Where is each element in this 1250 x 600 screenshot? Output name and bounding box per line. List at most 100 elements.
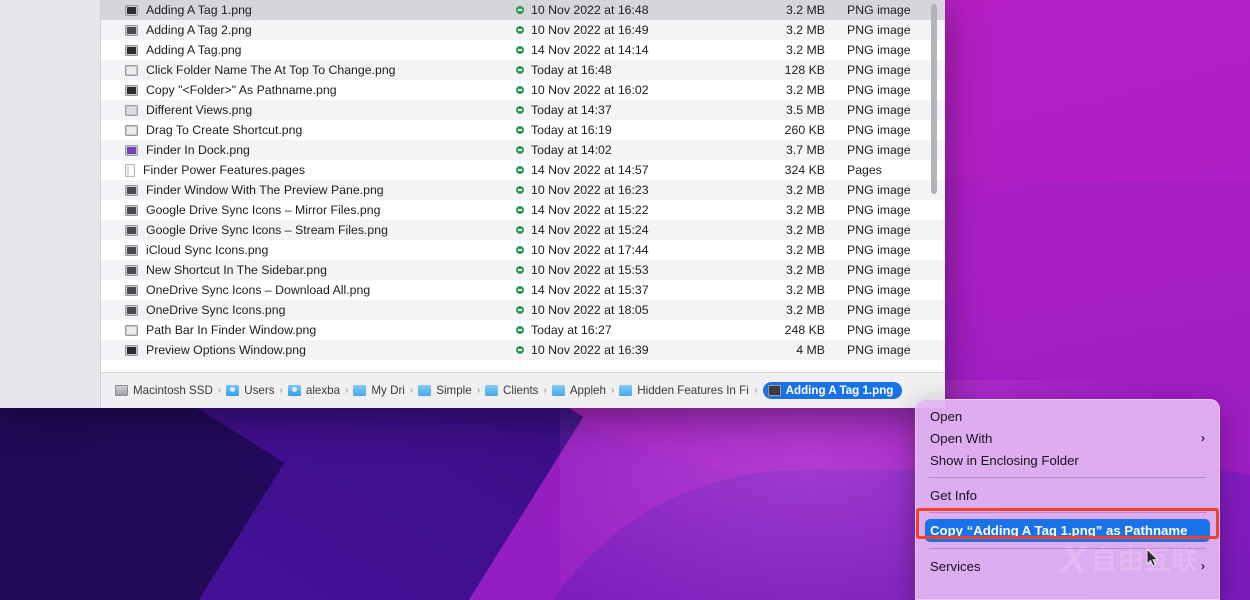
sync-check-icon xyxy=(516,146,524,154)
table-row[interactable]: Copy "<Folder>" As Pathname.png 10 Nov 20… xyxy=(101,80,945,100)
menu-item[interactable]: Show in Enclosing Folder xyxy=(916,449,1219,471)
breadcrumb-label: My Dri xyxy=(371,384,405,397)
table-row[interactable]: Adding A Tag.png 14 Nov 2022 at 14:14 3.2 … xyxy=(101,40,945,60)
table-row[interactable]: Preview Options Window.png 10 Nov 2022 at… xyxy=(101,340,945,360)
breadcrumb-item[interactable]: My Dri xyxy=(353,384,405,397)
png-file-icon xyxy=(125,264,138,276)
file-size-cell: 3.2 MB xyxy=(786,283,825,297)
file-kind-cell: PNG image xyxy=(847,83,911,97)
table-row[interactable]: New Shortcut In The Sidebar.png 10 Nov 20… xyxy=(101,260,945,280)
file-name-label: Path Bar In Finder Window.png xyxy=(146,323,317,337)
path-bar[interactable]: Macintosh SSD › Users › alexba › My Dri › Simple… xyxy=(101,372,945,408)
breadcrumb-item[interactable]: Appleh xyxy=(551,384,606,397)
file-kind-cell: Pages xyxy=(847,163,882,177)
png-file-icon xyxy=(125,224,138,236)
table-row[interactable]: OneDrive Sync Icons.png 10 Nov 2022 at 18… xyxy=(101,300,945,320)
date-modified-cell: 10 Nov 2022 at 18:05 xyxy=(531,303,649,317)
file-name-label: OneDrive Sync Icons.png xyxy=(146,303,286,317)
table-row[interactable]: Google Drive Sync Icons – Stream Files.p… xyxy=(101,220,945,240)
sync-status-cell xyxy=(509,106,531,114)
file-name-cell: Preview Options Window.png xyxy=(101,343,509,357)
sync-status-cell xyxy=(509,266,531,274)
file-list-scrollbar[interactable] xyxy=(931,4,937,368)
table-row[interactable]: Adding A Tag 2.png 10 Nov 2022 at 16:49 3.… xyxy=(101,20,945,40)
sync-check-icon xyxy=(516,306,524,314)
file-kind-cell: PNG image xyxy=(847,303,911,317)
file-name-cell: Finder Window With The Preview Pane.png xyxy=(101,183,509,197)
breadcrumb-item[interactable]: Hidden Features In Finder xyxy=(619,384,749,397)
finder-file-list[interactable]: Adding A Tag 1.png 10 Nov 2022 at 16:48 3.… xyxy=(101,0,945,372)
table-row[interactable]: Finder Power Features.pages 14 Nov 2022 a… xyxy=(101,160,945,180)
sync-check-icon xyxy=(516,6,524,14)
table-row[interactable]: Finder Window With The Preview Pane.png 1… xyxy=(101,180,945,200)
file-name-label: OneDrive Sync Icons – Download All.png xyxy=(146,283,371,297)
menu-item-label: Show in Enclosing Folder xyxy=(930,452,1079,468)
date-modified-cell: 14 Nov 2022 at 15:22 xyxy=(531,203,649,217)
breadcrumb-item[interactable]: Macintosh SSD xyxy=(115,384,213,397)
breadcrumb-item[interactable]: alexba xyxy=(287,384,341,397)
sync-status-cell xyxy=(509,286,531,294)
file-kind-cell: PNG image xyxy=(847,283,911,297)
breadcrumb-label: Macintosh SSD xyxy=(133,384,213,397)
file-kind-cell: PNG image xyxy=(847,23,911,37)
file-size-cell: 3.2 MB xyxy=(786,43,825,57)
table-row[interactable]: Click Folder Name The At Top To Change.p… xyxy=(101,60,945,80)
menu-item[interactable]: Open With › xyxy=(916,427,1219,449)
context-menu[interactable]: Open Open With › Show in Enclosing Folder Ge… xyxy=(915,399,1220,600)
breadcrumb-item[interactable]: Users xyxy=(226,384,275,397)
table-row[interactable]: Finder In Dock.png Today at 14:02 3.7 MB PN… xyxy=(101,140,945,160)
file-name-label: Adding A Tag.png xyxy=(146,43,242,57)
breadcrumb-item[interactable]: Simple xyxy=(418,384,472,397)
menu-item-label: Open With xyxy=(930,430,993,446)
file-rows-container: Adding A Tag 1.png 10 Nov 2022 at 16:48 3.… xyxy=(101,0,945,360)
folder-icon xyxy=(226,385,240,396)
file-size-cell: 324 KB xyxy=(784,163,825,177)
file-kind-cell: PNG image xyxy=(847,183,911,197)
file-kind-cell: PNG image xyxy=(847,103,911,117)
breadcrumb-item[interactable]: Clients xyxy=(485,384,538,397)
menu-item[interactable]: Get Info xyxy=(916,484,1219,506)
table-row[interactable]: Drag To Create Shortcut.png Today at 16:1… xyxy=(101,120,945,140)
table-row[interactable]: OneDrive Sync Icons – Download All.png 14… xyxy=(101,280,945,300)
file-size-cell: 3.2 MB xyxy=(786,263,825,277)
date-modified-cell: 10 Nov 2022 at 16:02 xyxy=(531,83,649,97)
sync-status-cell xyxy=(509,346,531,354)
file-name-label: Adding A Tag 1.png xyxy=(146,3,252,17)
hard-disk-icon xyxy=(115,385,128,396)
folder-icon xyxy=(418,385,432,396)
png-file-icon xyxy=(125,24,138,36)
sync-check-icon xyxy=(516,286,524,294)
table-row[interactable]: Different Views.png Today at 14:37 3.5 MB P… xyxy=(101,100,945,120)
menu-item[interactable]: Services › xyxy=(916,555,1219,577)
table-row[interactable]: iCloud Sync Icons.png 10 Nov 2022 at 17:4… xyxy=(101,240,945,260)
file-kind-cell: PNG image xyxy=(847,243,911,257)
sync-status-cell xyxy=(509,326,531,334)
finder-window: Adding A Tag 1.png 10 Nov 2022 at 16:48 3.… xyxy=(0,0,945,408)
date-modified-cell: 10 Nov 2022 at 17:44 xyxy=(531,243,649,257)
png-file-icon xyxy=(125,144,138,156)
file-name-label: iCloud Sync Icons.png xyxy=(146,243,269,257)
file-name-label: Google Drive Sync Icons – Mirror Files.p… xyxy=(146,203,381,217)
sync-status-cell xyxy=(509,6,531,14)
file-size-cell: 3.2 MB xyxy=(786,3,825,17)
sync-status-cell xyxy=(509,206,531,214)
finder-sidebar[interactable] xyxy=(0,0,101,408)
file-name-cell: Copy "<Folder>" As Pathname.png xyxy=(101,83,509,97)
sync-check-icon xyxy=(516,266,524,274)
sync-status-cell xyxy=(509,186,531,194)
file-kind-cell: PNG image xyxy=(847,223,911,237)
table-row[interactable]: Adding A Tag 1.png 10 Nov 2022 at 16:48 3.… xyxy=(101,0,945,20)
scrollbar-thumb[interactable] xyxy=(931,4,937,194)
file-name-cell: Google Drive Sync Icons – Mirror Files.p… xyxy=(101,203,509,217)
breadcrumb-separator-icon: › xyxy=(610,384,615,396)
menu-separator xyxy=(929,548,1206,549)
sync-check-icon xyxy=(516,226,524,234)
breadcrumb-item[interactable]: Adding A Tag 1.png xyxy=(762,382,903,399)
table-row[interactable]: Path Bar In Finder Window.png Today at 16… xyxy=(101,320,945,340)
breadcrumb-label: Users xyxy=(244,384,275,397)
breadcrumb-label: alexba xyxy=(305,384,341,397)
file-kind-cell: PNG image xyxy=(847,63,911,77)
menu-item[interactable]: Copy “Adding A Tag 1.png” as Pathname xyxy=(925,519,1210,542)
menu-item[interactable]: Open xyxy=(916,405,1219,427)
table-row[interactable]: Google Drive Sync Icons – Mirror Files.p… xyxy=(101,200,945,220)
